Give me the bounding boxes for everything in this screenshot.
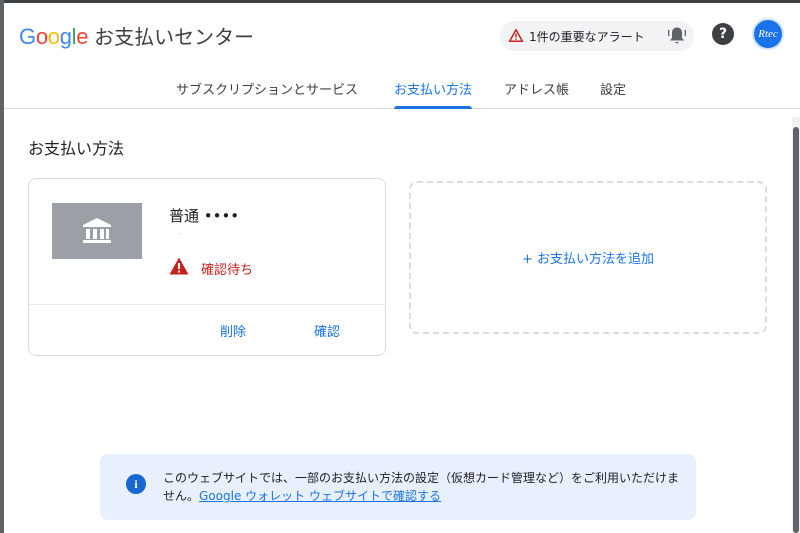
scrollbar[interactable] [792, 117, 800, 533]
brand[interactable]: Google お支払いセンター [19, 21, 254, 50]
alert-text: 1件の重要なアラート [529, 29, 645, 44]
add-payment-method-button[interactable]: + お支払い方法を追加 [409, 181, 767, 334]
help-icon[interactable]: ? [712, 23, 734, 45]
info-banner: i このウェブサイトでは、一部のお支払い方法の設定（仮想カード管理など）をご利用… [100, 454, 696, 520]
avatar[interactable]: Rtec [752, 18, 784, 50]
scrollbar-thumb[interactable] [793, 127, 799, 533]
tab-payment-methods[interactable]: お支払い方法 [394, 81, 473, 109]
tab-bar: サブスクリプションとサービス お支払い方法 アドレス帳 設定 [4, 81, 800, 109]
payment-method-card: 普通 •••• - 確認待ち 削除 確認 [28, 178, 386, 356]
verify-button[interactable]: 確認 [314, 321, 340, 340]
tab-settings[interactable]: 設定 [600, 81, 626, 109]
app-title: お支払いセンター [94, 25, 255, 49]
payment-method-name: 普通 •••• [169, 207, 240, 225]
tab-address-book[interactable]: アドレス帳 [504, 81, 569, 109]
info-text: このウェブサイトでは、一部のお支払い方法の設定（仮想カード管理など）をご利用いた… [163, 469, 683, 505]
payments-center-window: Google お支払いセンター 1件の重要なアラート ? Rtec サブスクリプ… [4, 3, 800, 533]
section-title: お支払い方法 [28, 139, 125, 158]
info-icon: i [126, 474, 146, 494]
add-payment-method-label: + お支払い方法を追加 [521, 252, 655, 267]
bell-icon [667, 26, 687, 50]
google-logo: Google [19, 24, 89, 49]
status-text: 確認待ち [201, 262, 254, 278]
verification-status: 確認待ち [169, 257, 253, 279]
top-header: Google お支払いセンター 1件の重要なアラート ? Rtec サブスクリプ… [4, 3, 800, 109]
warning-icon [508, 27, 524, 46]
alert-chip[interactable]: 1件の重要なアラート [500, 21, 694, 51]
payment-method-sub: - [179, 229, 182, 238]
warning-icon [169, 257, 189, 279]
bank-icon [52, 203, 142, 259]
wallet-link[interactable]: Google ウォレット ウェブサイトで確認する [199, 489, 441, 503]
delete-button[interactable]: 削除 [220, 321, 246, 340]
divider [29, 304, 385, 305]
tab-subscriptions[interactable]: サブスクリプションとサービス [176, 81, 358, 109]
